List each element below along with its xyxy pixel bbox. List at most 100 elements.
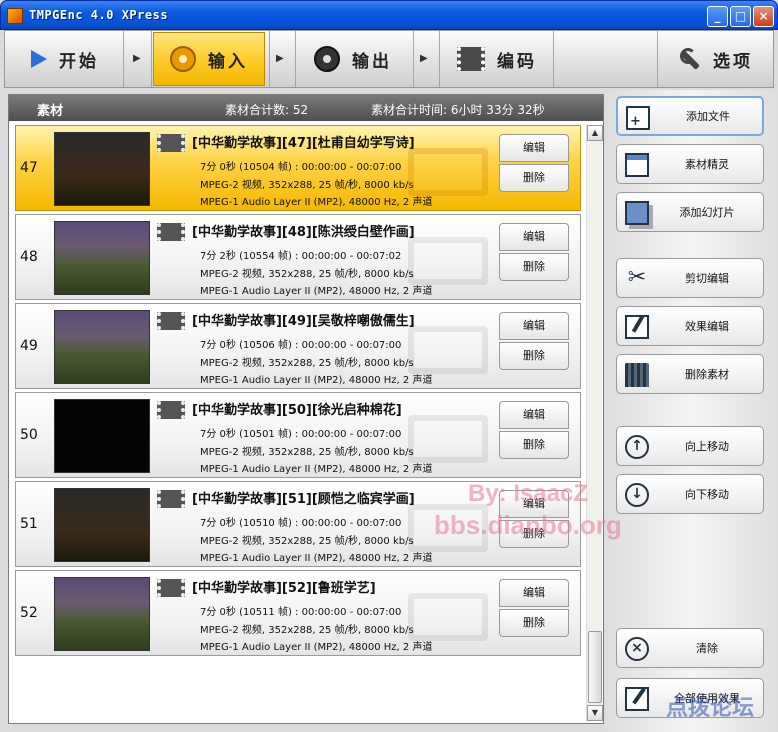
row-title: [中华勤学故事][48][陈洪绶白壁作画] xyxy=(192,225,415,240)
nav-output[interactable]: 输出 xyxy=(297,32,409,86)
material-row-50[interactable]: 50 [中华勤学故事][50][徐光启种棉花] 7分 0秒 (10501 帧) … xyxy=(15,392,581,478)
nav-start[interactable]: 开始 xyxy=(9,32,121,86)
row-audio-info: MPEG-1 Audio Layer II (MP2), 48000 Hz, 2… xyxy=(200,553,433,564)
row-number: 51 xyxy=(20,516,38,532)
add-slideshow-button[interactable]: 添加幻灯片 xyxy=(616,192,764,232)
delete-button[interactable]: 删除 xyxy=(499,609,569,637)
move-up-label: 向上移动 xyxy=(685,440,729,453)
clear-button[interactable]: × 清除 xyxy=(616,628,764,668)
delete-button[interactable]: 删除 xyxy=(499,431,569,459)
arrow-up-icon: ↑ xyxy=(625,435,649,459)
clear-label: 清除 xyxy=(696,642,718,655)
cut-edit-label: 剪切编辑 xyxy=(685,272,729,285)
row-number: 48 xyxy=(20,249,38,265)
row-audio-info: MPEG-1 Audio Layer II (MP2), 48000 Hz, 2… xyxy=(200,375,433,386)
move-up-button[interactable]: ↑ 向上移动 xyxy=(616,426,764,466)
watermark-logo: 点拨论坛 xyxy=(666,696,755,721)
edit-button[interactable]: 编辑 xyxy=(499,312,569,340)
film-icon xyxy=(157,401,185,419)
row-title: [中华勤学故事][51][顾恺之临宾学画] xyxy=(192,492,415,507)
row-duration: 7分 0秒 (10506 帧) : 00:00:00 - 00:07:00 xyxy=(200,340,402,351)
watermark-site: bbs.dianbo.org xyxy=(434,510,622,540)
material-row-49[interactable]: 49 [中华勤学故事][49][吴敬梓嘲傲儒生] 7分 0秒 (10506 帧)… xyxy=(15,303,581,389)
film-icon xyxy=(157,134,185,152)
video-thumbnail xyxy=(54,399,150,473)
nav-arrow-icon: ▶ xyxy=(133,53,141,64)
move-down-button[interactable]: ↓ 向下移动 xyxy=(616,474,764,514)
film-watermark-icon xyxy=(408,237,488,285)
film-watermark-icon xyxy=(408,326,488,374)
material-wizard-label: 素材精灵 xyxy=(685,158,729,171)
delete-button[interactable]: 删除 xyxy=(499,164,569,192)
add-file-button[interactable]: 添加文件 xyxy=(616,96,764,136)
delete-button[interactable]: 删除 xyxy=(499,253,569,281)
film-watermark-icon xyxy=(408,593,488,641)
effect-edit-button[interactable]: 效果编辑 xyxy=(616,306,764,346)
edit-button[interactable]: 编辑 xyxy=(499,134,569,162)
row-number: 52 xyxy=(20,605,38,621)
main-nav: 开始 ▶ 输入 ▶ 输出 ▶ 编码 选项 xyxy=(4,30,774,88)
row-title: [中华勤学故事][52][鲁班学艺] xyxy=(192,581,376,596)
delete-button[interactable]: 删除 xyxy=(499,342,569,370)
material-row-52[interactable]: 52 [中华勤学故事][52][鲁班学艺] 7分 0秒 (10511 帧) : … xyxy=(15,570,581,656)
nav-input-label: 输入 xyxy=(208,51,248,72)
clear-x-icon: × xyxy=(625,637,649,661)
row-audio-info: MPEG-1 Audio Layer II (MP2), 48000 Hz, 2… xyxy=(200,642,433,653)
nav-options[interactable]: 选项 xyxy=(659,32,771,86)
row-title: [中华勤学故事][49][吴敬梓嘲傲儒生] xyxy=(192,314,415,329)
app-icon xyxy=(7,8,23,24)
add-file-label: 添加文件 xyxy=(686,110,730,123)
material-row-48[interactable]: 48 [中华勤学故事][48][陈洪绶白壁作画] 7分 2秒 (10554 帧)… xyxy=(15,214,581,300)
scissors-icon: ✂ xyxy=(627,265,647,290)
add-slideshow-label: 添加幻灯片 xyxy=(679,206,735,219)
material-header: 素材 素材合计数: 52 素材合计时间: 6小时 33分 32秒 xyxy=(9,95,603,121)
maximize-button[interactable]: □ xyxy=(730,6,751,27)
row-number: 50 xyxy=(20,427,38,443)
row-number: 47 xyxy=(20,160,38,176)
material-panel: 素材 素材合计数: 52 素材合计时间: 6小时 33分 32秒 47 [中华勤… xyxy=(8,94,604,724)
edit-button[interactable]: 编辑 xyxy=(499,401,569,429)
material-row-47[interactable]: 47 [中华勤学故事][47][杜甫自幼学写诗] 7分 0秒 (10504 帧)… xyxy=(15,125,581,211)
film-watermark-icon xyxy=(408,415,488,463)
row-title: [中华勤学故事][50][徐光启种棉花] xyxy=(192,403,402,418)
material-wizard-button[interactable]: 素材精灵 xyxy=(616,144,764,184)
delete-material-label: 删除素材 xyxy=(685,368,729,381)
nav-encode[interactable]: 编码 xyxy=(441,32,553,86)
nav-input[interactable]: 输入 xyxy=(153,32,265,86)
action-sidebar: 添加文件 素材精灵 添加幻灯片 ✂ 剪切编辑 效果编辑 删除素材 ↑ 向上移动 … xyxy=(606,90,778,732)
nav-encode-label: 编码 xyxy=(497,51,537,72)
minimize-button[interactable]: _ xyxy=(707,6,728,27)
cut-edit-button[interactable]: ✂ 剪切编辑 xyxy=(616,258,764,298)
material-total-time: 素材合计时间: 6小时 33分 32秒 xyxy=(371,103,545,117)
wizard-window-icon xyxy=(625,153,649,177)
row-video-info: MPEG-2 视频, 352x288, 25 帧/秒, 8000 kb/s xyxy=(200,180,414,191)
vertical-scrollbar[interactable]: ▲ ▼ xyxy=(586,125,603,721)
nav-options-label: 选项 xyxy=(713,51,753,72)
video-thumbnail xyxy=(54,221,150,295)
slideshow-icon xyxy=(625,201,649,225)
move-down-label: 向下移动 xyxy=(685,488,729,501)
scroll-thumb[interactable] xyxy=(588,631,602,703)
row-duration: 7分 0秒 (10510 帧) : 00:00:00 - 00:07:00 xyxy=(200,518,402,529)
window-title: TMPGEnc 4.0 XPress xyxy=(29,8,169,22)
row-audio-info: MPEG-1 Audio Layer II (MP2), 48000 Hz, 2… xyxy=(200,197,433,208)
nav-start-label: 开始 xyxy=(59,51,99,72)
arrow-down-icon: ↓ xyxy=(625,483,649,507)
title-bar: TMPGEnc 4.0 XPress _ □ × xyxy=(0,0,778,30)
edit-button[interactable]: 编辑 xyxy=(499,579,569,607)
effect-edit-label: 效果编辑 xyxy=(685,320,729,333)
row-video-info: MPEG-2 视频, 352x288, 25 帧/秒, 8000 kb/s xyxy=(200,625,414,636)
row-duration: 7分 0秒 (10501 帧) : 00:00:00 - 00:07:00 xyxy=(200,429,402,440)
scroll-down-button[interactable]: ▼ xyxy=(587,705,603,721)
nav-arrow-icon: ▶ xyxy=(420,53,428,64)
row-duration: 7分 0秒 (10511 帧) : 00:00:00 - 00:07:00 xyxy=(200,607,402,618)
edit-button[interactable]: 编辑 xyxy=(499,223,569,251)
scroll-up-button[interactable]: ▲ xyxy=(587,125,603,141)
close-button[interactable]: × xyxy=(753,6,774,27)
nav-output-label: 输出 xyxy=(352,51,392,72)
film-reel-icon xyxy=(170,46,196,72)
material-header-label: 素材 xyxy=(37,104,64,119)
row-audio-info: MPEG-1 Audio Layer II (MP2), 48000 Hz, 2… xyxy=(200,286,433,297)
delete-material-button[interactable]: 删除素材 xyxy=(616,354,764,394)
film-watermark-icon xyxy=(408,148,488,196)
